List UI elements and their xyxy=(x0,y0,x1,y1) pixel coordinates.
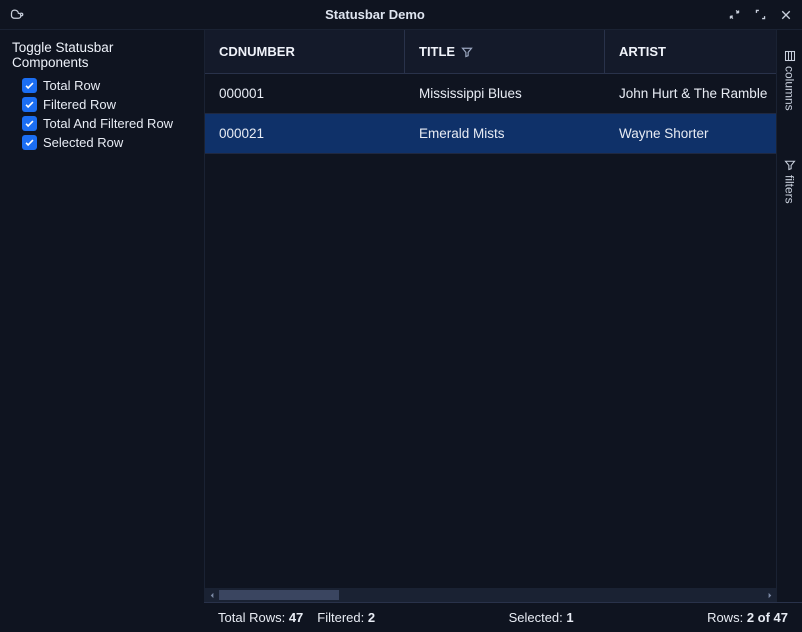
toggle-selected-row[interactable]: Selected Row xyxy=(12,133,192,152)
columns-icon xyxy=(784,50,796,62)
sidebar-heading: Toggle Statusbar Components xyxy=(12,40,192,70)
tab-filters[interactable]: filters xyxy=(783,159,797,204)
table-row[interactable]: 000021 Emerald Mists Wayne Shorter xyxy=(205,114,776,154)
main-area: Toggle Statusbar Components Total Row Fi… xyxy=(0,30,802,602)
column-header-artist[interactable]: ARTIST xyxy=(605,30,776,73)
checkbox-icon xyxy=(22,78,37,93)
cell-title: Mississippi Blues xyxy=(405,86,605,101)
checkbox-icon xyxy=(22,116,37,131)
funnel-icon xyxy=(784,159,796,171)
status-selected: Selected: 1 xyxy=(509,610,574,625)
status-filtered-value: 2 xyxy=(368,610,375,625)
status-filtered-label: Filtered: xyxy=(317,610,364,625)
scroll-track[interactable] xyxy=(219,590,762,600)
checkbox-icon xyxy=(22,135,37,150)
cell-title: Emerald Mists xyxy=(405,126,605,141)
checkbox-label: Total And Filtered Row xyxy=(43,116,173,131)
column-header-cdnumber[interactable]: CDNUMBER xyxy=(205,30,405,73)
toggle-total-and-filtered-row[interactable]: Total And Filtered Row xyxy=(12,114,192,133)
column-label: ARTIST xyxy=(619,44,666,59)
status-rows: Rows: 2 of 47 xyxy=(707,610,788,625)
column-label: CDNUMBER xyxy=(219,44,295,59)
column-label: TITLE xyxy=(419,44,455,59)
checkbox-label: Selected Row xyxy=(43,135,123,150)
tab-label: filters xyxy=(783,175,797,204)
app-icon xyxy=(8,7,24,23)
window-title: Statusbar Demo xyxy=(24,7,726,22)
checkbox-icon xyxy=(22,97,37,112)
status-filtered: Filtered: 2 xyxy=(317,610,375,625)
scroll-right-icon[interactable] xyxy=(762,588,776,602)
cell-cdnumber: 000021 xyxy=(205,126,405,141)
tab-columns[interactable]: columns xyxy=(783,50,797,111)
table-row[interactable]: 000001 Mississippi Blues John Hurt & The… xyxy=(205,74,776,114)
titlebar: Statusbar Demo xyxy=(0,0,802,30)
checkbox-label: Filtered Row xyxy=(43,97,116,112)
funnel-icon[interactable] xyxy=(461,46,473,58)
status-selected-label: Selected: xyxy=(509,610,563,625)
maximize-icon[interactable] xyxy=(752,7,768,23)
cell-artist: Wayne Shorter xyxy=(605,126,776,141)
scroll-left-icon[interactable] xyxy=(205,588,219,602)
status-rows-value: 2 of 47 xyxy=(747,610,788,625)
scroll-thumb[interactable] xyxy=(219,590,339,600)
status-total-label: Total Rows: xyxy=(218,610,285,625)
status-total-value: 47 xyxy=(289,610,303,625)
table-header: CDNUMBER TITLE ARTIST xyxy=(205,30,776,74)
table-body: 000001 Mississippi Blues John Hurt & The… xyxy=(205,74,776,588)
status-selected-value: 1 xyxy=(566,610,573,625)
tab-label: columns xyxy=(783,66,797,111)
cell-cdnumber: 000001 xyxy=(205,86,405,101)
toggle-total-row[interactable]: Total Row xyxy=(12,76,192,95)
horizontal-scrollbar[interactable] xyxy=(205,588,776,602)
cell-artist: John Hurt & The Ramble xyxy=(605,86,776,101)
checkbox-label: Total Row xyxy=(43,78,100,93)
status-total: Total Rows: 47 xyxy=(218,610,303,625)
column-header-title[interactable]: TITLE xyxy=(405,30,605,73)
table-region: CDNUMBER TITLE ARTIST 000001 Mississippi… xyxy=(204,30,776,602)
right-tool-strip: columns filters xyxy=(776,30,802,602)
status-rows-label: Rows: xyxy=(707,610,743,625)
sidebar: Toggle Statusbar Components Total Row Fi… xyxy=(0,30,204,602)
statusbar: Total Rows: 47 Filtered: 2 Selected: 1 R… xyxy=(204,602,802,632)
toggle-filtered-row[interactable]: Filtered Row xyxy=(12,95,192,114)
close-icon[interactable] xyxy=(778,7,794,23)
restore-icon[interactable] xyxy=(726,7,742,23)
